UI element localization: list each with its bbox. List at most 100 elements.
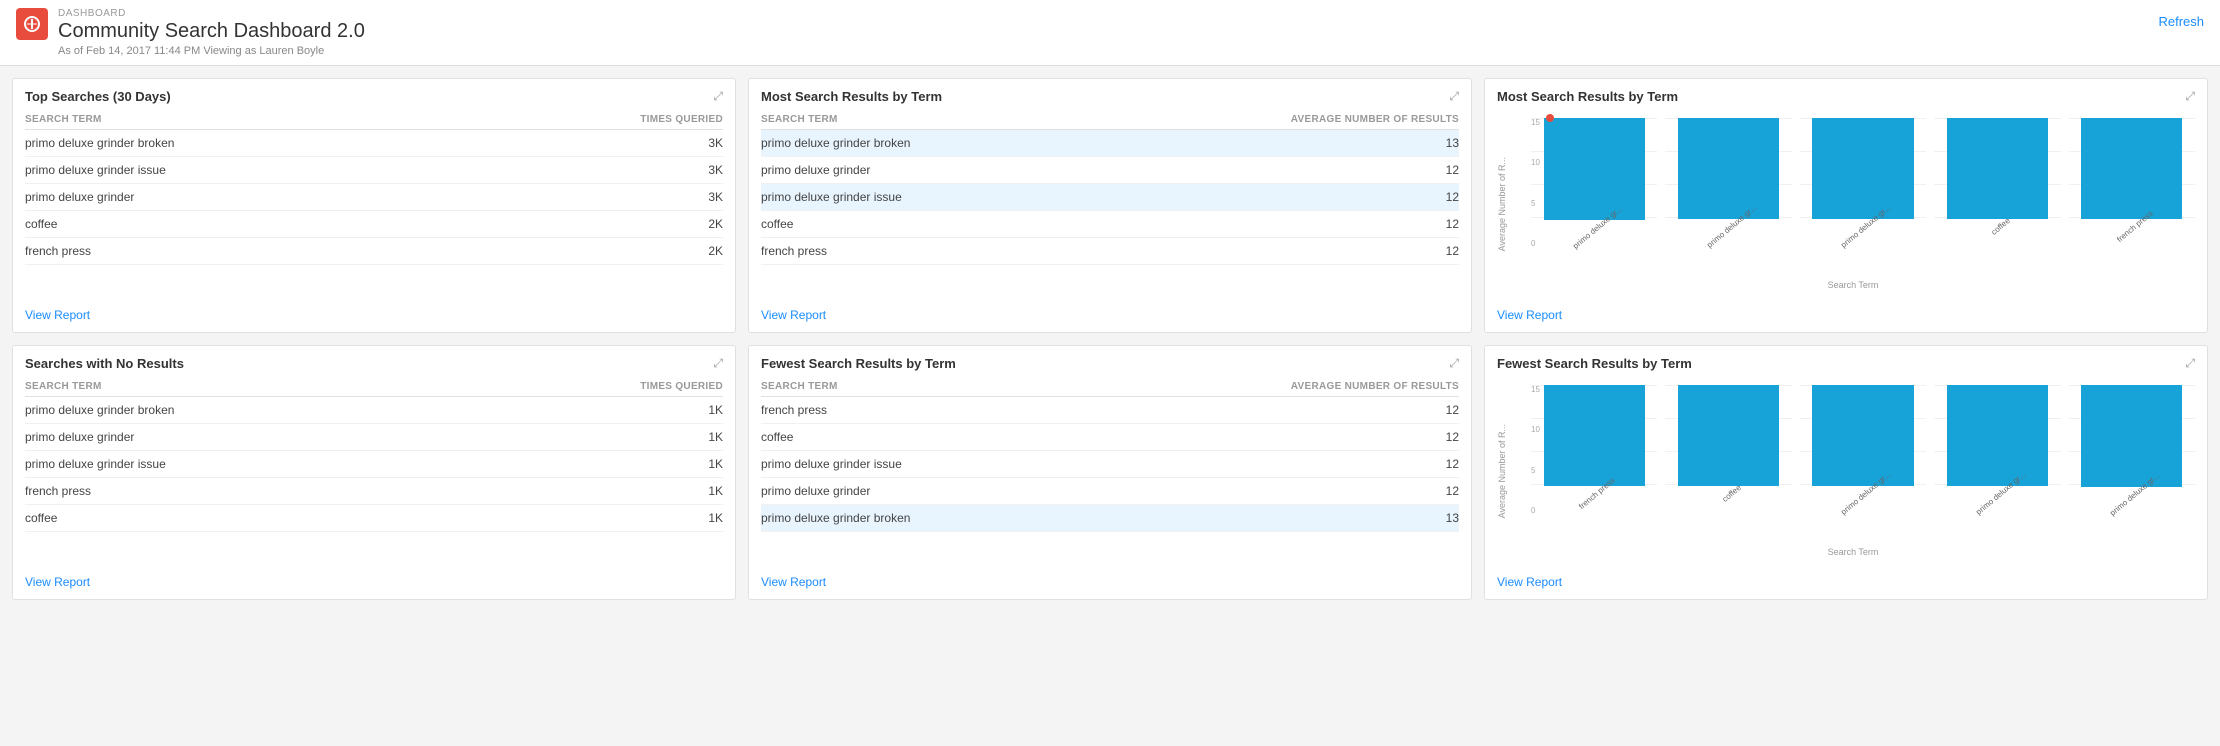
no-results-col2: TIMES QUERIED — [474, 377, 723, 397]
top-searches-title: Top Searches (30 Days) — [25, 89, 171, 104]
fewest-results-table-panel: Fewest Search Results by Term ⤢ SEARCH T… — [748, 345, 1472, 600]
bar — [1678, 118, 1779, 219]
term-cell: coffee — [25, 211, 474, 238]
table-row: primo deluxe grinder issue12 — [761, 184, 1459, 211]
no-results-panel: Searches with No Results ⤢ SEARCH TERM T… — [12, 345, 736, 600]
table-row: french press1K — [25, 478, 723, 505]
term-cell: primo deluxe grinder broken — [25, 397, 474, 424]
fewest-results-table-footer: View Report — [749, 565, 1471, 599]
fewest-results-chart-expand-icon[interactable]: ⤢ — [2185, 356, 2195, 371]
value-cell: 3K — [474, 157, 723, 184]
value-cell: 1K — [474, 451, 723, 478]
red-dot-icon — [1546, 114, 1554, 122]
term-cell: primo deluxe grinder broken — [25, 130, 474, 157]
value-cell: 1K — [474, 424, 723, 451]
top-searches-footer: View Report — [13, 298, 735, 332]
table-row: primo deluxe grinder issue12 — [761, 451, 1459, 478]
no-results-expand-icon[interactable]: ⤢ — [713, 356, 723, 371]
fewest-results-col2: AVERAGE NUMBER OF RESULTS — [1089, 377, 1459, 397]
most-results-table-title: Most Search Results by Term — [761, 89, 942, 104]
bar — [2081, 118, 2182, 219]
term-cell: coffee — [761, 211, 1089, 238]
bar-column: french press — [2069, 118, 2195, 248]
term-cell: french press — [25, 238, 474, 265]
table-row: french press2K — [25, 238, 723, 265]
bar — [2081, 385, 2182, 487]
dashboard-grid: Top Searches (30 Days) ⤢ SEARCH TERM TIM… — [0, 66, 2220, 612]
most-results-table: SEARCH TERM AVERAGE NUMBER OF RESULTS pr… — [761, 110, 1459, 265]
top-searches-col2: TIMES QUERIED — [474, 110, 723, 130]
table-row: french press12 — [761, 397, 1459, 424]
fewest-results-chart-title: Fewest Search Results by Term — [1497, 356, 1692, 371]
top-searches-panel: Top Searches (30 Days) ⤢ SEARCH TERM TIM… — [12, 78, 736, 333]
value-cell: 12 — [1089, 424, 1459, 451]
most-results-y-label: Average Number of R... — [1497, 157, 1507, 251]
bar — [1678, 385, 1779, 486]
table-row: primo deluxe grinder issue3K — [25, 157, 723, 184]
fewest-results-chart-inner: Average Number of R... 151050french pres… — [1497, 385, 2195, 557]
value-cell: 12 — [1089, 184, 1459, 211]
fewest-results-chart-view-report[interactable]: View Report — [1497, 575, 1562, 589]
no-results-table-wrap: SEARCH TERM TIMES QUERIED primo deluxe g… — [13, 377, 735, 532]
table-row: primo deluxe grinder12 — [761, 478, 1459, 505]
value-cell: 3K — [474, 130, 723, 157]
fewest-results-chart-panel: Fewest Search Results by Term ⤢ Average … — [1484, 345, 2208, 600]
table-row: primo deluxe grinder broken13 — [761, 505, 1459, 532]
most-results-table-footer: View Report — [749, 298, 1471, 332]
bar — [1544, 385, 1645, 486]
bar-label: coffee — [1989, 216, 2022, 249]
most-results-table-expand-icon[interactable]: ⤢ — [1449, 89, 1459, 104]
bar-column: coffee — [1665, 385, 1791, 515]
most-results-table-wrap: SEARCH TERM AVERAGE NUMBER OF RESULTS pr… — [749, 110, 1471, 265]
fewest-results-table-expand-icon[interactable]: ⤢ — [1449, 356, 1459, 371]
table-row: primo deluxe grinder broken3K — [25, 130, 723, 157]
bar — [1947, 385, 2048, 486]
table-row: primo deluxe grinder1K — [25, 424, 723, 451]
no-results-header: Searches with No Results ⤢ — [13, 346, 735, 377]
bar-column: primo deluxe gr... — [1800, 118, 1926, 248]
term-cell: french press — [761, 238, 1089, 265]
term-cell: coffee — [761, 424, 1089, 451]
most-results-chart-inner: Average Number of R... 151050primo delux… — [1497, 118, 2195, 290]
top-searches-expand-icon[interactable]: ⤢ — [713, 89, 723, 104]
refresh-button[interactable]: Refresh — [2158, 8, 2204, 35]
table-row: primo deluxe grinder issue1K — [25, 451, 723, 478]
fewest-results-y-label: Average Number of R... — [1497, 424, 1507, 518]
fewest-results-col1: SEARCH TERM — [761, 377, 1089, 397]
most-results-chart-area: Average Number of R... 151050primo delux… — [1485, 110, 2207, 298]
term-cell: primo deluxe grinder — [25, 424, 474, 451]
most-results-chart-view-report[interactable]: View Report — [1497, 308, 1562, 322]
fewest-results-table-view-report[interactable]: View Report — [761, 575, 826, 589]
value-cell: 12 — [1089, 451, 1459, 478]
value-cell: 1K — [474, 397, 723, 424]
header: DASHBOARD Community Search Dashboard 2.0… — [0, 0, 2220, 66]
value-cell: 12 — [1089, 211, 1459, 238]
term-cell: primo deluxe grinder issue — [25, 451, 474, 478]
most-results-col1: SEARCH TERM — [761, 110, 1089, 130]
table-row: primo deluxe grinder broken1K — [25, 397, 723, 424]
fewest-results-chart-footer: View Report — [1485, 565, 2207, 599]
value-cell: 2K — [474, 211, 723, 238]
most-results-chart-expand-icon[interactable]: ⤢ — [2185, 89, 2195, 104]
table-row: primo deluxe grinder3K — [25, 184, 723, 211]
top-searches-view-report[interactable]: View Report — [25, 308, 90, 322]
bar-column: french press — [1531, 385, 1657, 515]
value-cell: 13 — [1089, 130, 1459, 157]
value-cell: 12 — [1089, 238, 1459, 265]
most-results-table-panel: Most Search Results by Term ⤢ SEARCH TER… — [748, 78, 1472, 333]
bar — [1812, 118, 1913, 219]
bar-column: primo deluxe gr... — [1531, 118, 1657, 248]
no-results-view-report[interactable]: View Report — [25, 575, 90, 589]
most-results-table-view-report[interactable]: View Report — [761, 308, 826, 322]
fewest-results-bars-container: 151050french presscoffeeprimo deluxe gr.… — [1511, 385, 2195, 557]
value-cell: 1K — [474, 505, 723, 532]
dashboard-label: DASHBOARD — [58, 8, 365, 19]
value-cell: 12 — [1089, 397, 1459, 424]
bar — [1544, 118, 1645, 220]
term-cell: primo deluxe grinder issue — [25, 157, 474, 184]
table-row: coffee2K — [25, 211, 723, 238]
most-results-col2: AVERAGE NUMBER OF RESULTS — [1089, 110, 1459, 130]
value-cell: 12 — [1089, 157, 1459, 184]
no-results-table: SEARCH TERM TIMES QUERIED primo deluxe g… — [25, 377, 723, 532]
bar-label: coffee — [1720, 483, 1753, 516]
